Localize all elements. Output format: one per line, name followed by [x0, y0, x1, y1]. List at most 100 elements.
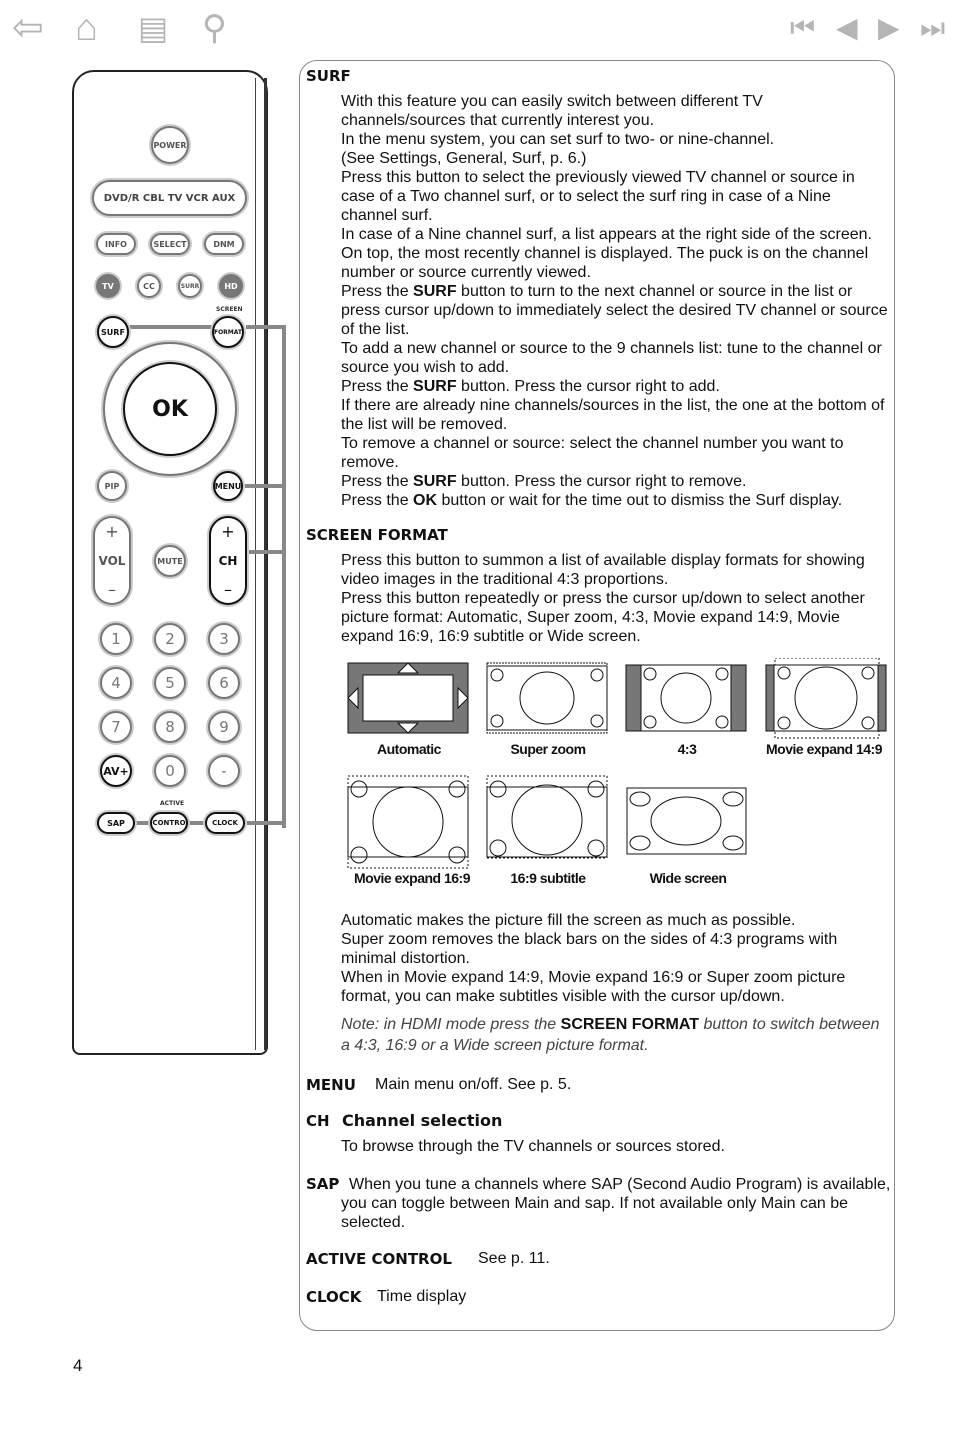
pip-button: PIP [97, 471, 127, 501]
dash-button: - [208, 755, 240, 787]
screen-format-description: Press this button to summon a list of av… [341, 551, 891, 646]
mute-button: MUTE [154, 545, 186, 577]
format-label: Movie expand 16:9 [354, 870, 471, 886]
digit-1-button: 1 [100, 623, 132, 655]
format-label: Movie expand 14:9 [766, 741, 883, 757]
4-3-format-image [625, 664, 747, 732]
format-explanations: Automatic makes the picture fill the scr… [341, 911, 891, 1006]
paragraph: Press the SURF button. Press the cursor … [341, 378, 720, 395]
paragraph: When in Movie expand 14:9, Movie expand … [341, 969, 846, 1005]
screen-format-heading: SCREEN FORMAT [306, 526, 448, 544]
ok-button: OK [123, 362, 217, 456]
ch-minus: – [224, 580, 232, 599]
callout-line [249, 550, 285, 554]
previous-page-icon[interactable]: ◀ [836, 8, 858, 48]
active-control-button: CONTRO [150, 812, 188, 834]
format-label: 16:9 subtitle [510, 870, 586, 886]
callout-line [282, 325, 286, 828]
info-button: INFO [96, 233, 136, 255]
vol-minus: – [108, 580, 116, 599]
screen-label: SCREEN [216, 306, 243, 313]
power-button: POWER [151, 126, 189, 164]
format-label: Automatic [377, 741, 441, 757]
last-page-icon[interactable]: ⏭ [920, 8, 945, 48]
paragraph: Press the SURF button. Press the cursor … [341, 473, 747, 490]
connector [128, 325, 218, 329]
digit-9-button: 9 [208, 711, 240, 743]
ch-label: CH [218, 553, 238, 568]
format-label: 4:3 [677, 741, 697, 757]
tv-button: TV [96, 274, 120, 298]
clock-heading: CLOCK [306, 1288, 362, 1306]
callout-line [245, 484, 285, 488]
active-label: ACTIVE [160, 800, 185, 807]
active-control-description: See p. 11. [478, 1250, 550, 1267]
first-page-icon[interactable]: ⏮ [790, 8, 815, 48]
paragraph: In case of a Nine channel surf, a list a… [341, 226, 872, 281]
paragraph: (See Settings, General, Surf, p. 6.) [341, 150, 587, 167]
paragraph: Super zoom removes the black bars on the… [341, 931, 838, 967]
surf-heading: SURF [306, 67, 351, 85]
av-plus-button: AV+ [100, 755, 132, 787]
super-zoom-format-image [486, 662, 608, 734]
digit-4-button: 4 [100, 667, 132, 699]
active-control-heading: ACTIVE CONTROL [306, 1250, 452, 1268]
paragraph: Press the SURF button to turn to the nex… [341, 283, 888, 338]
digit-5-button: 5 [154, 667, 186, 699]
paragraph: To remove a channel or source: select th… [341, 435, 844, 471]
callout-line [247, 821, 285, 825]
paragraph: To add a new channel or source to the 9 … [341, 340, 882, 376]
vol-label: VOL [98, 553, 126, 568]
automatic-format-image [347, 662, 469, 734]
paragraph: If there are already nine channels/sourc… [341, 397, 885, 433]
next-page-icon[interactable]: ▶ [878, 8, 900, 48]
digit-8-button: 8 [154, 711, 186, 743]
menu-description: Main menu on/off. See p. 5. [375, 1076, 572, 1093]
paragraph: In the menu system, you can set surf to … [341, 131, 775, 148]
cc-button: CC [137, 274, 161, 298]
clock-description: Time display [377, 1288, 467, 1305]
menu-button: MENU [213, 471, 243, 501]
home-icon[interactable]: ⌂ [75, 8, 98, 48]
surf-button: SURF [97, 316, 129, 348]
surr-button: SURR [178, 274, 202, 298]
menu-heading: MENU [306, 1076, 356, 1094]
hd-button: HD [219, 274, 243, 298]
format-illustrations [347, 658, 887, 869]
movie-expand-14-9-format-image [765, 658, 887, 739]
paragraph: Press this button to select the previous… [341, 169, 855, 224]
hdmi-note: Note: in HDMI mode press the SCREEN FORM… [341, 1016, 880, 1054]
16-9-subtitle-format-image [486, 775, 608, 859]
sap-description: When you tune a channels where SAP (Seco… [341, 1176, 891, 1231]
format-label: Wide screen [649, 870, 727, 886]
volume-rocker: + VOL – [93, 516, 131, 605]
format-label: Super zoom [510, 741, 586, 757]
paragraph: Press the OK button or wait for the time… [341, 492, 843, 509]
remote-side [255, 78, 267, 1050]
paragraph: Automatic makes the picture fill the scr… [341, 912, 796, 929]
paragraph: With this feature you can easily switch … [341, 93, 763, 129]
digit-6-button: 6 [208, 667, 240, 699]
format-button: FORMAT [212, 316, 244, 348]
clock-button: CLOCK [205, 812, 245, 834]
vol-plus: + [105, 522, 119, 541]
select-button: SELECT [150, 233, 190, 255]
digit-2-button: 2 [154, 623, 186, 655]
digit-0-button: 0 [154, 755, 186, 787]
digit-7-button: 7 [100, 711, 132, 743]
print-icon[interactable]: ▤ [138, 8, 168, 48]
page-number: 4 [73, 1356, 83, 1375]
digit-3-button: 3 [208, 623, 240, 655]
paragraph: Press this button repeatedly or press th… [341, 590, 865, 645]
ch-description: To browse through the TV channels or sou… [341, 1138, 725, 1155]
paragraph: Press this button to summon a list of av… [341, 552, 865, 588]
callout-line [246, 325, 286, 329]
search-icon[interactable]: ⚲ [202, 8, 227, 48]
ch-heading: CH [306, 1112, 330, 1130]
dnm-button: DNM [204, 233, 244, 255]
wide-screen-format-image [626, 787, 747, 855]
movie-expand-16-9-format-image [347, 775, 469, 869]
channel-selection-title: Channel selection [342, 1111, 503, 1130]
ch-plus: + [221, 522, 235, 541]
back-arrow-icon[interactable]: ⇦ [12, 8, 44, 48]
